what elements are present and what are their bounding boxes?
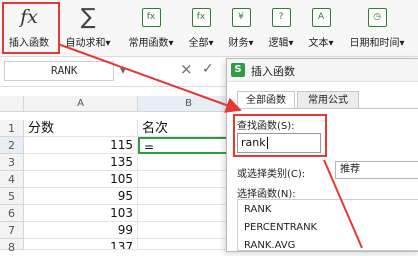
confirm-icon[interactable]: ✓ [202,61,214,77]
autosum-button[interactable]: ∑ 自动求和▾ [60,2,116,54]
tab-all-functions[interactable]: 全部函数 [237,91,295,109]
list-item[interactable]: RANK [244,204,271,215]
function-book-icon: fx [191,7,211,27]
datetime-button[interactable]: ◷ 日期和时间▾ [346,2,408,54]
function-book-icon: fx [141,7,161,27]
insert-function-highlight [2,2,60,54]
chevron-down-icon: ▾ [288,38,294,49]
cell-a3[interactable]: 135 [24,154,138,171]
category-select[interactable]: 推荐 [335,161,418,179]
autosum-label: 自动求和 [65,38,106,49]
all-functions-button[interactable]: fx 全部▾ [184,2,218,54]
yen-icon: ¥ [231,7,251,27]
cell-b3[interactable] [138,154,240,171]
sigma-icon: ∑ [80,4,96,30]
text-icon: A [311,7,331,27]
name-box[interactable]: RANK [4,61,114,81]
finance-button[interactable]: ¥ 财务▾ [224,2,258,54]
text-label: 文本 [308,38,329,49]
chevron-down-icon: ▾ [208,38,214,49]
cell-b4[interactable] [138,171,240,188]
cell-a8[interactable]: 137 [24,239,138,250]
row-header[interactable]: 7 [0,222,24,239]
cell-a1[interactable]: 分数 [24,120,138,137]
row-header[interactable]: 1 [0,120,24,137]
insert-function-dialog: S 插入函数 全部函数 常用公式 查找函数(S): rank 或选择类别(C):… [226,58,418,252]
chevron-down-icon: ▾ [328,38,334,49]
logic-icon: ? [271,7,291,27]
category-value: 推荐 [340,164,360,175]
cell-a5[interactable]: 95 [24,188,138,205]
column-header-b[interactable]: B [138,96,240,112]
logic-button[interactable]: ? 逻辑▾ [264,2,298,54]
logic-label: 逻辑 [268,38,289,49]
row-header[interactable]: 5 [0,188,24,205]
cell-b5[interactable] [138,188,240,205]
cell-a4[interactable]: 105 [24,171,138,188]
select-function-label: 选择函数(N): [237,189,296,200]
cell-b1[interactable]: 名次 [138,120,240,137]
tab-common-formulas[interactable]: 常用公式 [297,91,359,109]
row-header[interactable]: 4 [0,171,24,188]
cell-b8[interactable] [138,239,240,250]
cell-a7[interactable]: 99 [24,222,138,239]
cell-a6[interactable]: 103 [24,205,138,222]
row-header[interactable]: 6 [0,205,24,222]
ribbon-toolbar: fx 插入函数 ∑ 自动求和▾ fx 常用函数▾ fx 全部▾ ¥ 财务▾ ? … [0,0,418,57]
cell-a2[interactable]: 115 [24,137,138,154]
search-highlight [233,114,327,157]
list-item[interactable]: PERCENTRANK [244,222,317,233]
row-header[interactable]: 2 [0,137,24,154]
category-label: 或选择类别(C): [237,169,306,180]
finance-label: 财务 [228,38,249,49]
cell-b7[interactable] [138,222,240,239]
list-item[interactable]: RANK.AVG [244,240,295,251]
chevron-down-icon: ▾ [168,38,174,49]
common-functions-label: 常用函数 [128,38,169,49]
common-functions-button[interactable]: fx 常用函数▾ [124,2,178,54]
function-list[interactable]: RANK PERCENTRANK RANK.AVG [237,199,418,251]
cell-b6[interactable] [138,205,240,222]
row-header[interactable]: 3 [0,154,24,171]
column-header-a[interactable]: A [24,96,138,112]
text-button[interactable]: A 文本▾ [304,2,338,54]
cancel-icon[interactable]: × [180,60,193,78]
datetime-label: 日期和时间 [349,38,400,49]
all-label: 全部 [188,38,209,49]
chevron-down-icon[interactable]: ▾ [120,63,126,77]
app-logo-icon: S [231,63,245,77]
cell-b2-active[interactable]: = [138,137,240,154]
chevron-down-icon: ▾ [399,38,405,49]
row-header[interactable]: 8 [0,239,24,254]
tab-divider [237,108,418,109]
corner-header[interactable] [0,96,24,112]
chevron-down-icon: ▾ [105,38,111,49]
dialog-titlebar[interactable]: S 插入函数 [227,59,418,82]
dialog-title: 插入函数 [251,65,295,78]
spreadsheet-grid: A B 1 分数 名次 2 115 = 3 135 4 105 5 95 6 1… [0,96,240,254]
clock-icon: ◷ [367,7,387,27]
chevron-down-icon: ▾ [248,38,254,49]
